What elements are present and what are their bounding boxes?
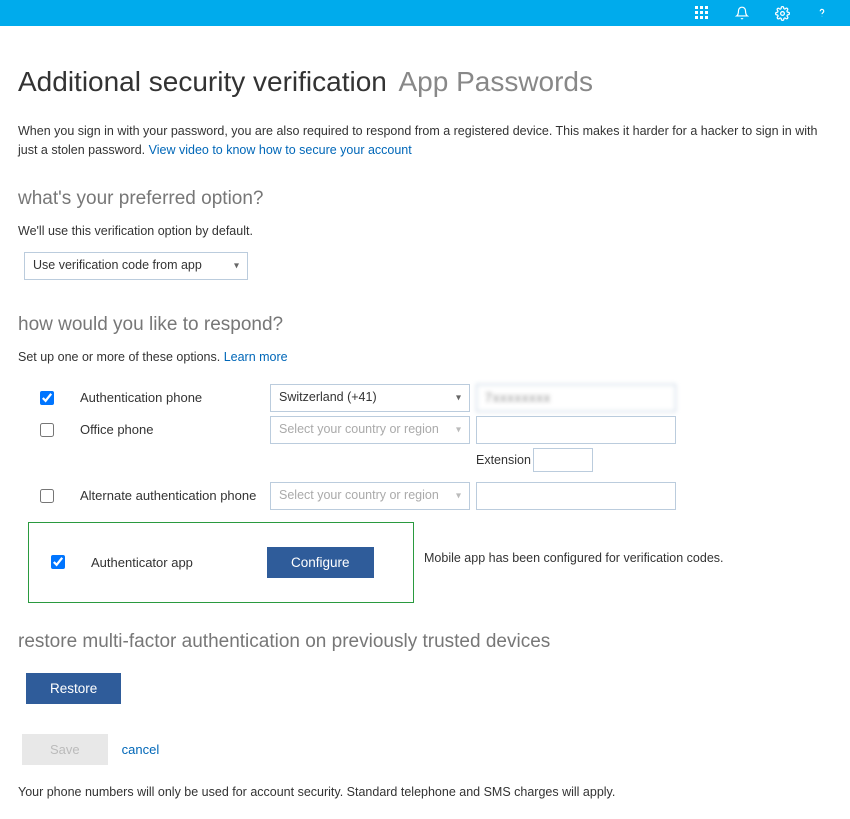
- footer-note: Your phone numbers will only be used for…: [18, 785, 832, 799]
- configure-button[interactable]: Configure: [267, 547, 374, 578]
- authenticator-status: Mobile app has been configured for verif…: [424, 551, 724, 565]
- respond-options: Authentication phone Switzerland (+41) O…: [18, 378, 832, 603]
- option-auth-phone-row: Authentication phone Switzerland (+41): [40, 384, 832, 412]
- auth-phone-input[interactable]: [476, 384, 676, 412]
- save-button[interactable]: Save: [22, 734, 108, 765]
- auth-phone-checkbox[interactable]: [40, 391, 54, 405]
- alt-phone-label: Alternate authentication phone: [80, 488, 270, 503]
- preferred-heading: what's your preferred option?: [18, 188, 832, 210]
- office-phone-country-select[interactable]: Select your country or region: [270, 416, 470, 444]
- alt-phone-checkbox[interactable]: [40, 489, 54, 503]
- respond-sub-text: Set up one or more of these options.: [18, 350, 224, 364]
- authenticator-highlight: Authenticator app Configure: [28, 522, 414, 603]
- respond-heading: how would you like to respond?: [18, 314, 832, 336]
- gear-icon[interactable]: [774, 5, 790, 21]
- respond-sub: Set up one or more of these options. Lea…: [18, 350, 832, 364]
- restore-section: restore multi-factor authentication on p…: [18, 631, 832, 704]
- intro-body: When you sign in with your password, you…: [18, 124, 817, 157]
- apps-icon[interactable]: [694, 5, 710, 21]
- intro-text: When you sign in with your password, you…: [18, 122, 832, 160]
- office-phone-label: Office phone: [80, 422, 270, 437]
- main-content: Additional security verification App Pas…: [0, 26, 850, 819]
- authenticator-label: Authenticator app: [91, 555, 267, 570]
- bell-icon[interactable]: [734, 5, 750, 21]
- page-title: Additional security verification: [18, 66, 387, 97]
- option-office-phone-row: Office phone Select your country or regi…: [40, 416, 832, 444]
- authenticator-row: Authenticator app Configure Mobile app h…: [40, 514, 832, 603]
- restore-button[interactable]: Restore: [26, 673, 121, 704]
- authenticator-checkbox[interactable]: [51, 555, 65, 569]
- alt-phone-input[interactable]: [476, 482, 676, 510]
- intro-video-link[interactable]: View video to know how to secure your ac…: [149, 143, 412, 157]
- preferred-option-value: Use verification code from app: [33, 258, 202, 272]
- extension-input[interactable]: [533, 448, 593, 472]
- preferred-option-select[interactable]: Use verification code from app: [24, 252, 248, 280]
- office-phone-input[interactable]: [476, 416, 676, 444]
- save-row: Save cancel: [22, 734, 832, 765]
- extension-label: Extension: [476, 453, 531, 467]
- help-icon[interactable]: [814, 5, 830, 21]
- auth-phone-country-select[interactable]: Switzerland (+41): [270, 384, 470, 412]
- office-phone-checkbox[interactable]: [40, 423, 54, 437]
- learn-more-link[interactable]: Learn more: [224, 350, 288, 364]
- auth-phone-label: Authentication phone: [80, 390, 270, 405]
- option-alt-phone-row: Alternate authentication phone Select yo…: [40, 482, 832, 510]
- restore-heading: restore multi-factor authentication on p…: [18, 631, 832, 653]
- page-subtitle-tab[interactable]: App Passwords: [398, 66, 593, 97]
- page-title-row: Additional security verification App Pas…: [18, 66, 832, 98]
- office-extension-row: Extension: [40, 448, 832, 472]
- preferred-sub: We'll use this verification option by de…: [18, 224, 832, 238]
- alt-phone-country-select[interactable]: Select your country or region: [270, 482, 470, 510]
- cancel-link[interactable]: cancel: [122, 742, 160, 757]
- topbar: [0, 0, 850, 26]
